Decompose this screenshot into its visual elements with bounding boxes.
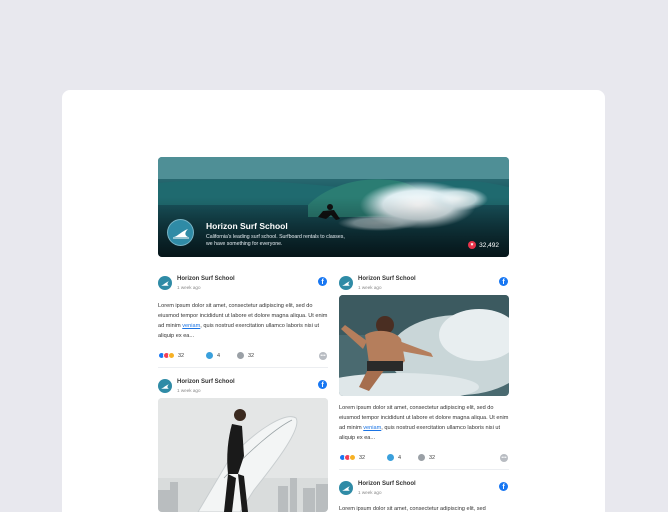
- facebook-icon[interactable]: f: [499, 277, 508, 286]
- page-header-banner[interactable]: Horizon Surf School California's leading…: [158, 157, 509, 257]
- post-header: Horizon Surf School 1 week ago f: [339, 481, 509, 497]
- post-text: Lorem ipsum dolor sit amet, consectetur …: [339, 506, 486, 512]
- post-time[interactable]: 1 week ago: [177, 388, 201, 393]
- comments[interactable]: 4: [206, 352, 220, 359]
- post-author[interactable]: Horizon Surf School: [177, 379, 235, 385]
- post-text: Lorem ipsum dolor sit amet, consectetur …: [158, 301, 328, 341]
- surf-logo-icon: [342, 280, 350, 286]
- post-author[interactable]: Horizon Surf School: [177, 276, 235, 282]
- surf-logo-icon: [172, 228, 189, 238]
- wow-reaction-icon: [168, 352, 175, 359]
- page-description: California's leading surf school. Surfbo…: [206, 234, 345, 247]
- post-photo-surfer-wave[interactable]: [339, 295, 509, 396]
- surf-logo-icon: [342, 485, 350, 491]
- post-header: Horizon Surf School 1 week ago f: [158, 379, 328, 395]
- page-title[interactable]: Horizon Surf School: [206, 221, 288, 231]
- surf-logo-icon: [161, 280, 169, 286]
- share-icon: [418, 454, 425, 461]
- comments[interactable]: 4: [387, 454, 401, 461]
- post-author[interactable]: Horizon Surf School: [358, 481, 416, 487]
- avatar[interactable]: [339, 481, 353, 495]
- heart-icon: ♥: [468, 241, 477, 249]
- post-header: Horizon Surf School 1 week ago f: [158, 276, 328, 292]
- page-likes-count: 32,492: [479, 241, 499, 249]
- avatar[interactable]: [158, 379, 172, 393]
- page-likes: ♥ 32,492: [468, 241, 499, 249]
- shares[interactable]: 32: [418, 454, 435, 461]
- avatar[interactable]: [339, 276, 353, 290]
- comment-icon: [206, 352, 213, 359]
- post-header: Horizon Surf School 1 week ago f: [339, 276, 509, 292]
- post-photo-surfer-board[interactable]: [158, 398, 328, 512]
- divider: [158, 367, 328, 368]
- surfer-in-wave-image: [339, 295, 509, 396]
- post-time[interactable]: 1 week ago: [358, 285, 382, 290]
- comments-count: 4: [398, 454, 402, 461]
- post-time[interactable]: 1 week ago: [358, 490, 382, 495]
- facebook-icon[interactable]: f: [318, 380, 327, 389]
- avatar[interactable]: [158, 276, 172, 290]
- post-text-link[interactable]: veniam: [182, 323, 200, 329]
- more-icon[interactable]: •••: [319, 352, 327, 360]
- facebook-icon[interactable]: f: [499, 482, 508, 491]
- reactions-count: 32: [178, 352, 185, 359]
- reactions[interactable]: 32: [339, 454, 365, 461]
- reactions-count: 32: [359, 454, 366, 461]
- post-stats: 32 4 32 •••: [339, 454, 509, 464]
- post-stats: 32 4 32 •••: [158, 352, 328, 362]
- page-avatar[interactable]: [167, 219, 194, 246]
- post-time[interactable]: 1 week ago: [177, 285, 201, 290]
- shares-count: 32: [248, 352, 255, 359]
- comment-icon: [387, 454, 394, 461]
- feed-card: [62, 90, 605, 512]
- wow-reaction-icon: [349, 454, 356, 461]
- post-author[interactable]: Horizon Surf School: [358, 276, 416, 282]
- facebook-icon[interactable]: f: [318, 277, 327, 286]
- share-icon: [237, 352, 244, 359]
- post-text: Lorem ipsum dolor sit amet, consectetur …: [339, 403, 509, 443]
- shares[interactable]: 32: [237, 352, 254, 359]
- divider: [339, 469, 509, 470]
- shares-count: 32: [429, 454, 436, 461]
- surfer-with-board-image: [158, 398, 328, 512]
- more-icon[interactable]: •••: [500, 454, 508, 462]
- surf-logo-icon: [161, 383, 169, 389]
- comments-count: 4: [217, 352, 221, 359]
- post-text-link[interactable]: veniam: [363, 425, 381, 431]
- reactions[interactable]: 32: [158, 352, 184, 359]
